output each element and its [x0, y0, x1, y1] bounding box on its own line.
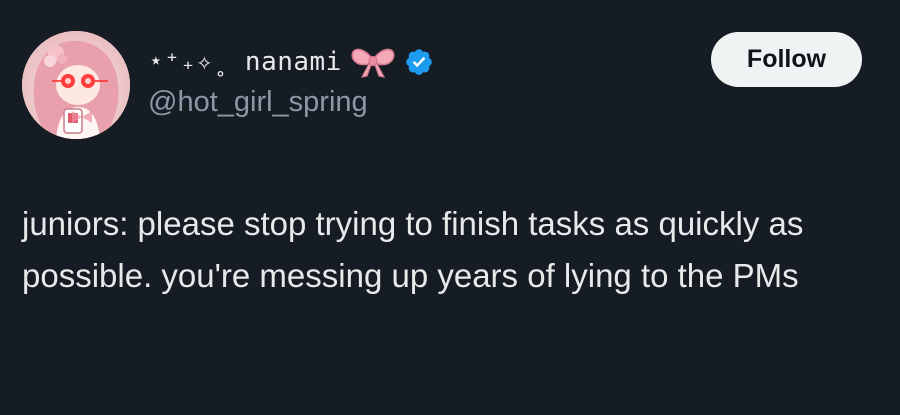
tweet-text: juniors: please stop trying to finish ta…: [22, 205, 804, 294]
author-name-row: ⋆⁺₊✧˳ nanami: [148, 42, 434, 82]
avatar-image: [22, 31, 130, 139]
tweet-card: ⋆⁺₊✧˳ nanami @hot_girl_spring Follow jun…: [0, 0, 900, 415]
follow-button[interactable]: Follow: [711, 32, 862, 87]
avatar[interactable]: [22, 31, 130, 139]
pink-bow-icon: [350, 45, 396, 79]
verified-badge-icon[interactable]: [404, 47, 434, 77]
author-handle[interactable]: @hot_girl_spring: [148, 86, 368, 119]
display-name[interactable]: ⋆⁺₊✧˳ nanami: [148, 47, 342, 77]
